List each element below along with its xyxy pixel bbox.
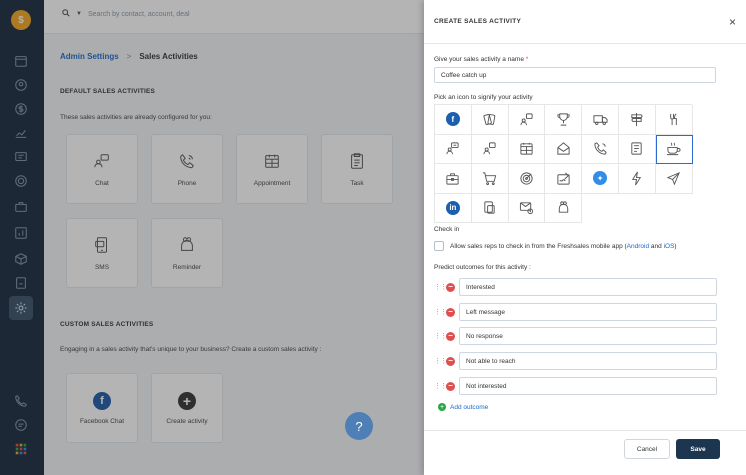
icon-option-chat-users[interactable] <box>435 134 472 164</box>
briefcase-icon <box>446 173 459 185</box>
outcome-row: ⋮⋮ − No response <box>434 327 717 345</box>
outcome-input[interactable]: No response <box>459 327 717 345</box>
twitter-icon: ✦ <box>593 171 608 186</box>
outcome-input[interactable]: Not able to reach <box>459 352 717 370</box>
linkedin-icon: in <box>445 200 460 215</box>
required-mark: * <box>525 56 529 63</box>
icon-option-linkedin[interactable]: in <box>435 193 472 223</box>
paper-plane-icon <box>666 171 681 186</box>
outcome-row: ⋮⋮ − Interested <box>434 278 717 296</box>
icon-option-target[interactable] <box>508 164 546 194</box>
sign-document-icon <box>557 172 570 185</box>
plus-icon: + <box>438 403 446 411</box>
icon-option-phone[interactable] <box>582 134 619 164</box>
icon-option-trophy[interactable] <box>545 105 583 135</box>
panel-title: CREATE SALES ACTIVITY <box>434 18 522 25</box>
icon-grid-empty <box>582 194 619 224</box>
truck-icon <box>593 115 608 125</box>
modal-backdrop[interactable] <box>0 0 424 475</box>
ios-link[interactable]: iOS <box>664 243 675 250</box>
fork-knife-icon <box>670 113 677 125</box>
icon-option-facebook[interactable]: f <box>435 105 472 135</box>
name-label: Give your sales activity a name * <box>434 56 529 63</box>
panel-footer: Cancel Save <box>424 430 746 475</box>
drag-handle-icon[interactable]: ⋮⋮ <box>434 332 447 340</box>
outcome-row: ⋮⋮ − Not interested <box>434 377 717 395</box>
icon-option-email-time[interactable] <box>508 193 546 223</box>
icon-option-truck[interactable] <box>582 105 619 135</box>
icon-option-chat-alt[interactable] <box>471 134 509 164</box>
chat-users-icon <box>446 142 459 155</box>
trophy-icon <box>557 113 570 126</box>
checkin-row: Allow sales reps to check in from the Fr… <box>434 241 677 251</box>
icon-option-calendar[interactable] <box>508 134 546 164</box>
outcome-row: ⋮⋮ − Not able to reach <box>434 352 717 370</box>
outcome-input[interactable]: Interested <box>459 278 717 296</box>
email-time-icon <box>519 202 534 215</box>
icon-picker-label: Pick an icon to signify your activity <box>434 94 533 101</box>
notes-icon <box>631 142 643 155</box>
phone-icon <box>593 142 607 155</box>
chat-icon <box>520 113 533 125</box>
facebook-icon: f <box>445 112 460 127</box>
icon-option-documents[interactable] <box>471 193 509 223</box>
drag-handle-icon[interactable]: ⋮⋮ <box>434 382 447 390</box>
icon-grid-empty <box>656 194 693 224</box>
android-link[interactable]: Android <box>627 243 649 250</box>
drag-handle-icon[interactable]: ⋮⋮ <box>434 308 447 316</box>
remove-outcome-icon[interactable]: − <box>446 356 455 366</box>
icon-option-chat[interactable] <box>508 105 546 135</box>
icon-option-lightning[interactable] <box>618 164 656 194</box>
chat-icon <box>483 142 496 155</box>
cards-icon <box>483 113 496 125</box>
panel-header: CREATE SALES ACTIVITY × <box>424 0 746 44</box>
create-activity-panel: CREATE SALES ACTIVITY × Give your sales … <box>424 0 746 475</box>
remove-outcome-icon[interactable]: − <box>446 331 455 341</box>
cancel-button[interactable]: Cancel <box>624 439 670 459</box>
remove-outcome-icon[interactable]: − <box>446 381 455 391</box>
activity-name-input[interactable]: Coffee catch up <box>434 67 716 83</box>
cart-icon <box>483 172 497 185</box>
icon-grid-empty <box>619 194 656 224</box>
reminder-icon <box>558 201 568 213</box>
icon-option-sign-document[interactable] <box>545 164 583 194</box>
icon-option-twitter[interactable]: ✦ <box>582 164 619 194</box>
envelope-open-icon <box>557 142 570 155</box>
checkin-label: Check in <box>434 226 460 233</box>
drag-handle-icon[interactable]: ⋮⋮ <box>434 283 447 291</box>
calendar-icon <box>520 143 533 155</box>
icon-option-envelope-open[interactable] <box>545 134 583 164</box>
save-button[interactable]: Save <box>676 439 720 459</box>
remove-outcome-icon[interactable]: − <box>446 307 455 317</box>
checkin-text: Allow sales reps to check in from the Fr… <box>450 242 677 250</box>
documents-icon <box>484 201 495 214</box>
help-button[interactable]: ? <box>345 412 373 440</box>
target-icon <box>520 172 533 185</box>
signpost-icon <box>631 112 644 126</box>
icon-option-cart[interactable] <box>471 164 509 194</box>
icon-picker-grid: f ✦ in <box>434 104 693 224</box>
drag-handle-icon[interactable]: ⋮⋮ <box>434 357 447 365</box>
lightning-icon <box>632 171 642 186</box>
icon-option-signpost[interactable] <box>618 105 656 135</box>
close-icon[interactable]: × <box>729 15 736 29</box>
add-outcome-button[interactable]: + Add outcome <box>438 403 488 411</box>
icon-option-coffee-cup[interactable] <box>655 134 693 164</box>
outcomes-label: Predict outcomes for this activity : <box>434 264 531 271</box>
icon-option-briefcase[interactable] <box>435 164 472 194</box>
outcome-input[interactable]: Left message <box>459 303 717 321</box>
icon-option-cards[interactable] <box>471 105 509 135</box>
icon-option-reminder[interactable] <box>545 193 583 223</box>
icon-option-notes[interactable] <box>618 134 656 164</box>
coffee-cup-icon <box>667 142 681 156</box>
outcome-input[interactable]: Not interested <box>459 377 717 395</box>
icon-option-paper-plane[interactable] <box>655 164 693 194</box>
checkin-checkbox[interactable] <box>434 241 444 251</box>
icon-option-fork-knife[interactable] <box>655 105 693 135</box>
outcome-row: ⋮⋮ − Left message <box>434 303 717 321</box>
remove-outcome-icon[interactable]: − <box>446 282 455 292</box>
